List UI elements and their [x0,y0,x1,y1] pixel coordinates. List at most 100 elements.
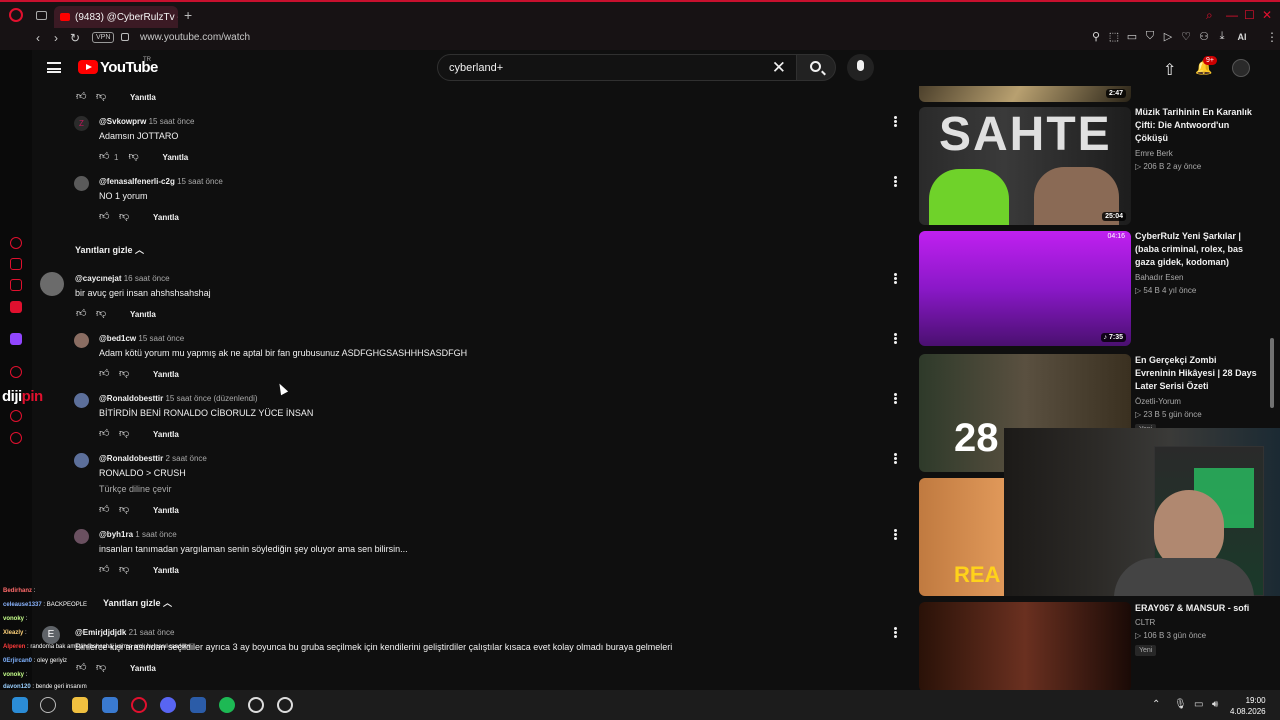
m-app-icon[interactable] [10,301,22,313]
back-icon[interactable]: ‹ [36,31,40,45]
like-icon[interactable]: 👍︎ [99,369,109,379]
start-icon[interactable] [12,697,28,713]
hide-replies-button[interactable]: Yanıtları gizle ︿ [75,243,144,256]
reply-button[interactable]: Yanıtla [153,566,179,575]
url-field[interactable]: www.youtube.com/watch [140,32,250,43]
obs-icon[interactable] [248,697,264,713]
ai-button[interactable]: AI [1234,32,1250,42]
video-thumbnail[interactable]: 04:16 ♪ 7:35 [919,231,1131,346]
comment-time[interactable]: 16 saat önce [124,274,170,283]
comment-time[interactable]: 15 saat önce (düzenlendi) [165,394,257,403]
comment-author[interactable]: @Ronaldobesttir [99,454,163,463]
dislike-icon[interactable]: 👎︎ [119,565,129,575]
opera-logo-icon[interactable] [9,8,23,22]
video-title[interactable]: En Gerçekçi Zombi Evreninin Hikâyesi | 2… [1135,354,1260,393]
more-actions-icon[interactable] [894,333,897,344]
like-icon[interactable]: 👍︎ [99,505,109,515]
more-actions-icon[interactable] [894,273,897,284]
video-title[interactable]: ERAY067 & MANSUR - sofi [1135,602,1260,615]
reply-button[interactable]: Yanıtla [162,153,188,162]
channel-name[interactable]: CLTR [1135,618,1155,627]
settings-icon[interactable] [10,432,22,444]
video-thumbnail[interactable]: SAHTE 25:04 [919,107,1131,225]
spotify-icon[interactable] [219,697,235,713]
comment-time[interactable]: 2 saat önce [165,454,206,463]
like-icon[interactable]: 👍︎ [99,212,109,222]
dislike-icon[interactable]: 👎︎ [119,212,129,222]
workspace-icon[interactable] [36,11,47,20]
discord-icon[interactable] [160,697,176,713]
page-scrollbar[interactable] [1270,338,1274,408]
dislike-icon[interactable]: 👎︎ [119,505,129,515]
volume-icon[interactable]: 🔊︎ [1212,699,1218,710]
voice-search-button[interactable] [847,54,874,81]
hamburger-menu-icon[interactable] [47,62,61,73]
clock-icon[interactable] [10,410,22,422]
comment-author[interactable]: @caycınejat [75,274,122,283]
translate-link[interactable]: Türkçe diline çevir [99,484,172,494]
like-icon[interactable]: 👍︎ [76,309,86,319]
more-actions-icon[interactable] [894,176,897,187]
search-input[interactable]: cyberland+ ✕ [437,54,797,81]
comment-time[interactable]: 15 saat önce [138,334,184,343]
shield-icon[interactable]: ⛉ [1144,30,1156,43]
menu-icon[interactable]: ⋮ [1266,30,1278,44]
app2-icon[interactable] [277,697,293,713]
tray-chevron-icon[interactable]: ⌃ [1152,699,1160,710]
bag-icon[interactable] [10,258,22,270]
video-thumbnail[interactable] [919,602,1131,690]
dislike-icon[interactable]: 👎︎ [128,152,138,162]
opera-taskbar-icon[interactable] [131,697,147,713]
close-window-icon[interactable]: ✕ [1262,8,1272,22]
messenger-icon[interactable] [10,279,22,291]
display-tray-icon[interactable]: ▭ [1194,699,1203,710]
video-thumbnail[interactable]: 2:47 [919,86,1131,102]
download-icon[interactable]: ⤓ [1216,30,1228,43]
avatar[interactable] [74,453,89,468]
like-icon[interactable]: 👍︎ [99,152,109,162]
file-explorer-icon[interactable] [72,697,88,713]
comment-author[interactable]: @byh1ra [99,530,133,539]
play-icon[interactable]: ▷ [1162,30,1174,43]
avatar[interactable] [40,272,64,296]
more-actions-icon[interactable] [894,529,897,540]
vpn-badge[interactable]: VPN [92,32,115,43]
comment-time[interactable]: 1 saat önce [135,530,176,539]
history-icon[interactable] [10,237,22,249]
avatar[interactable] [74,333,89,348]
clear-search-icon[interactable]: ✕ [772,58,786,78]
avatar[interactable] [74,176,89,191]
like-icon[interactable]: 👍︎ [76,92,86,102]
channel-name[interactable]: Bahadır Esen [1135,273,1183,282]
youtube-logo-icon[interactable] [78,60,98,74]
more-actions-icon[interactable] [894,116,897,127]
heart-icon[interactable]: ♡ [1180,30,1192,43]
comment-time[interactable]: 15 saat önce [149,117,195,126]
comment-time[interactable]: 15 saat önce [177,177,223,186]
reply-button[interactable]: Yanıtla [153,506,179,515]
store-icon[interactable] [102,697,118,713]
channel-name[interactable]: Emre Berk [1135,149,1173,158]
comment-author[interactable]: @bed1cw [99,334,136,343]
like-icon[interactable]: 👍︎ [99,429,109,439]
more-actions-icon[interactable] [894,453,897,464]
profile-icon[interactable]: ⚇ [1198,30,1210,43]
reload-icon[interactable]: ↻ [70,31,80,45]
wallet-icon[interactable]: ▭ [1126,30,1138,43]
comment-author[interactable]: @Svkowprw [99,117,146,126]
maximize-icon[interactable]: ☐ [1244,8,1255,22]
twitch-icon[interactable] [10,333,22,345]
taskbar-clock[interactable]: 19:00 4.08.2026 [1230,695,1266,717]
reply-button[interactable]: Yanıtla [130,93,156,102]
search-button[interactable] [796,54,836,81]
dislike-icon[interactable]: 👎︎ [96,309,106,319]
dislike-icon[interactable]: 👎︎ [119,369,129,379]
channel-name[interactable]: Özetli-Yorum [1135,397,1181,406]
player-icon[interactable] [10,366,22,378]
snapshot-icon[interactable]: ⬚ [1108,30,1120,43]
forward-icon[interactable]: › [54,31,58,45]
like-icon[interactable]: 👍︎ [99,565,109,575]
search-taskbar-icon[interactable] [40,697,56,713]
pin-icon[interactable]: ⚲ [1090,30,1102,43]
avatar[interactable] [74,529,89,544]
